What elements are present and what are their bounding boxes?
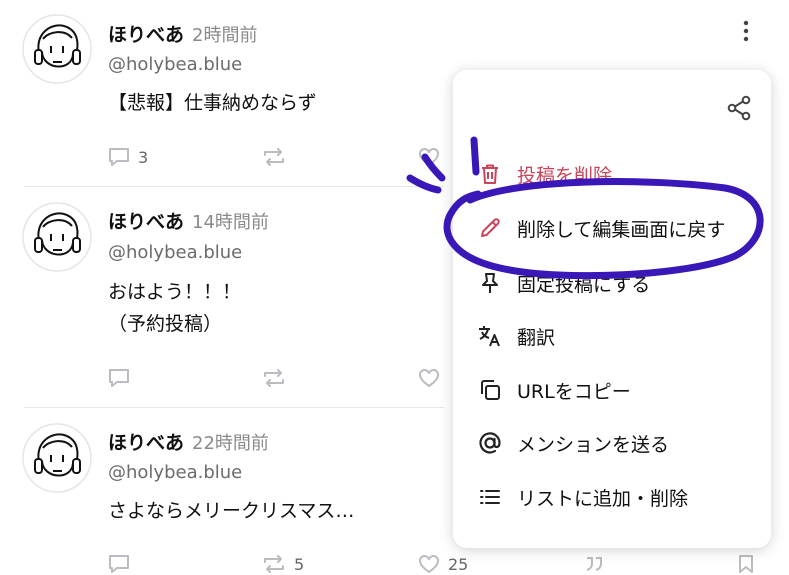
list-icon: [477, 484, 503, 510]
menu-item-copy-url[interactable]: URLをコピー: [477, 370, 631, 410]
repost-count: 5: [294, 554, 305, 574]
avatar[interactable]: [22, 202, 92, 272]
reply-icon: [109, 369, 129, 387]
repost-button[interactable]: 5: [262, 553, 304, 575]
repost-icon: [264, 148, 284, 166]
pencil-icon: [477, 215, 503, 241]
heart-icon: [419, 148, 439, 166]
post-divider: [24, 407, 444, 408]
like-count: 25: [448, 554, 469, 574]
like-button[interactable]: [418, 146, 448, 168]
post-text-line: （予約投稿）: [108, 313, 223, 335]
quote-button[interactable]: [584, 553, 604, 575]
menu-item-label: 固定投稿にする: [517, 273, 651, 296]
menu-item-send-mention[interactable]: メンションを送る: [477, 423, 669, 463]
author-handle[interactable]: @holybea.blue: [108, 462, 242, 483]
like-button[interactable]: [418, 367, 448, 389]
pin-icon: [477, 270, 503, 296]
share-icon[interactable]: [726, 95, 752, 121]
post-text-line: おはよう！！！: [108, 281, 242, 303]
bookmark-button[interactable]: [738, 553, 754, 575]
menu-item-delete-post[interactable]: 投稿を削除: [477, 154, 612, 194]
post-time[interactable]: 2時間前: [192, 25, 257, 46]
repost-icon: [264, 555, 284, 573]
post-text-line: 【悲報】仕事納めならず: [108, 92, 317, 114]
heart-icon: [419, 555, 439, 573]
more-options-icon[interactable]: [737, 18, 755, 44]
menu-item-label: リストに追加・削除: [517, 487, 689, 510]
repost-button[interactable]: [262, 146, 294, 168]
reply-button[interactable]: [108, 553, 138, 575]
avatar[interactable]: [22, 423, 92, 493]
menu-item-pin-post[interactable]: 固定投稿にする: [477, 263, 650, 303]
menu-item-translate[interactable]: 翻訳: [477, 316, 555, 356]
avatar[interactable]: [22, 14, 92, 84]
menu-item-add-to-list[interactable]: リストに追加・削除: [477, 477, 688, 517]
post-text-line: さよならメリークリスマス…: [108, 500, 355, 522]
like-button[interactable]: 25: [418, 553, 468, 575]
annotation-tick: [406, 174, 442, 194]
post-options-menu: 投稿を削除 削除して編集画面に戻す 固定投稿にする 翻訳 URLをコピー メンシ…: [453, 70, 771, 548]
author-name[interactable]: ほりべあ 22時間前: [108, 428, 269, 455]
post-text: 【悲報】仕事納めならず: [108, 87, 317, 119]
post-text: おはよう！！！ （予約投稿）: [108, 276, 241, 340]
copy-icon: [477, 377, 503, 403]
quote-icon: [586, 557, 602, 571]
menu-item-label: メンションを送る: [517, 433, 670, 456]
author-name[interactable]: ほりべあ 14時間前: [108, 207, 269, 234]
menu-item-label: 削除して編集画面に戻す: [517, 218, 726, 241]
reply-button[interactable]: [108, 367, 138, 389]
repost-button[interactable]: [262, 367, 294, 389]
heart-icon: [419, 369, 439, 387]
author-name[interactable]: ほりべあ 2時間前: [108, 20, 257, 47]
menu-item-label: URLをコピー: [517, 380, 631, 403]
post-time[interactable]: 22時間前: [192, 433, 269, 454]
post-divider: [24, 186, 444, 187]
reply-button[interactable]: 3: [108, 146, 148, 168]
author-handle[interactable]: @holybea.blue: [108, 242, 242, 263]
menu-item-label: 投稿を削除: [517, 164, 613, 187]
reply-count: 3: [138, 147, 149, 167]
author-handle[interactable]: @holybea.blue: [108, 54, 242, 75]
repost-icon: [264, 369, 284, 387]
post-text: さよならメリークリスマス…: [108, 495, 354, 527]
menu-item-delete-and-edit[interactable]: 削除して編集画面に戻す: [477, 208, 725, 248]
bookmark-icon: [739, 555, 753, 573]
post-time[interactable]: 14時間前: [192, 212, 269, 233]
trash-icon: [477, 161, 503, 187]
menu-item-label: 翻訳: [517, 326, 556, 349]
at-sign-icon: [477, 430, 503, 456]
translate-icon: [477, 323, 503, 349]
reply-icon: [109, 148, 129, 166]
reply-icon: [109, 555, 129, 573]
